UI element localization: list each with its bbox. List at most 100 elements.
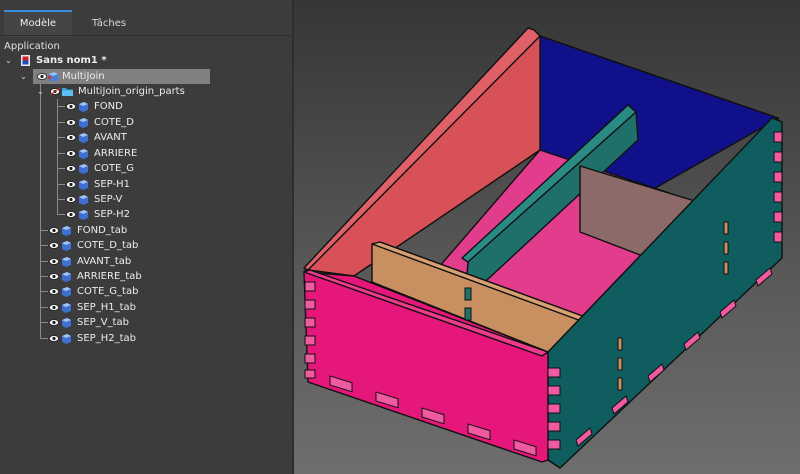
eye-icon[interactable]	[49, 304, 59, 311]
box-model[interactable]	[294, 0, 800, 474]
eye-icon[interactable]	[66, 181, 76, 188]
cube-icon	[62, 287, 71, 297]
tree-row-tab-part[interactable]: COTE_G_tab	[40, 284, 191, 299]
tree-guide-line	[40, 245, 48, 246]
cube-icon	[79, 118, 88, 128]
eye-icon[interactable]	[49, 273, 59, 280]
tree-row-part[interactable]: ARRIERE	[57, 146, 198, 161]
cube-icon	[79, 164, 88, 174]
tree-guide-line	[57, 122, 65, 123]
document-icon	[21, 55, 30, 66]
chevron-down-icon[interactable]: ⌄	[4, 53, 13, 68]
eye-icon[interactable]	[66, 103, 76, 110]
tree-row-part[interactable]: COTE_D	[57, 115, 198, 130]
tree-label-part: SEP-H2	[94, 209, 130, 220]
tree-row-part[interactable]: SEP-H1	[57, 177, 198, 192]
tree-label-tab-part: ARRIERE_tab	[77, 271, 142, 282]
eye-icon[interactable]	[66, 165, 76, 172]
cube-icon	[79, 133, 88, 143]
cube-icon	[62, 241, 71, 251]
3d-viewport[interactable]	[294, 0, 800, 474]
eye-icon[interactable]	[66, 211, 76, 218]
eye-icon[interactable]	[66, 150, 76, 157]
tree-row-document[interactable]: ⌄ Sans nom1 *	[0, 53, 292, 68]
tab-taches[interactable]: Tâches	[78, 12, 140, 35]
tree-guide-line	[57, 199, 65, 200]
panel-tabs: Modèle Tâches	[0, 8, 292, 37]
cube-icon	[79, 149, 88, 159]
tree-row-tab-part[interactable]: SEP_V_tab	[40, 315, 191, 330]
chevron-down-icon[interactable]: ⌄	[19, 69, 28, 84]
tree-row-multijoin[interactable]: MultiJoin	[33, 69, 210, 84]
tree-label-part: COTE_D	[94, 117, 134, 128]
tree-label-tab-part: SEP_H2_tab	[77, 333, 136, 344]
cube-icon	[79, 102, 88, 112]
folder-icon	[62, 88, 73, 96]
tree-guide-line	[57, 153, 65, 154]
tree-row-tab-part[interactable]: ARRIERE_tab	[40, 269, 191, 284]
cube-icon	[62, 303, 71, 313]
tree-guide-line	[40, 261, 48, 262]
cube-icon	[62, 272, 71, 282]
tree-guide-line	[57, 106, 65, 107]
tree-row-tab-part[interactable]: SEP_H1_tab	[40, 300, 191, 315]
tab-modele[interactable]: Modèle	[4, 10, 72, 37]
tree-label-part: ARRIERE	[94, 148, 138, 159]
cube-icon	[79, 195, 88, 205]
tree-label-part: SEP-H1	[94, 179, 130, 190]
tree-guide-line	[57, 168, 65, 169]
tree-guide-line	[40, 276, 48, 277]
tree-label-part: COTE_G	[94, 163, 135, 174]
tree-guide-line	[57, 137, 65, 138]
tree-row-tab-part[interactable]: SEP_H2_tab	[40, 331, 191, 346]
tree-row-part[interactable]: FOND	[57, 99, 198, 114]
tree-guide-line	[40, 338, 48, 339]
cube-icon	[62, 257, 71, 267]
tree-guide-line	[40, 307, 48, 308]
tree-label-part: SEP-V	[94, 194, 123, 205]
tree-row-part[interactable]: SEP-V	[57, 192, 198, 207]
tree-label-part: AVANT	[94, 132, 127, 143]
tree-label-tab-part: FOND_tab	[77, 225, 128, 236]
model-tree-panel: Modèle Tâches Application ⌄ Sans nom1 *	[0, 0, 292, 474]
tree-guide-line	[57, 214, 65, 215]
eye-icon[interactable]	[49, 258, 59, 265]
tree-label-origin-group: MultiJoin_origin_parts	[78, 86, 185, 97]
freecad-window: Modèle Tâches Application ⌄ Sans nom1 *	[0, 0, 800, 474]
tree-row-tab-part[interactable]: FOND_tab	[40, 223, 191, 238]
tree-label-tab-part: AVANT_tab	[77, 256, 132, 267]
eye-icon[interactable]	[49, 242, 59, 249]
tree-row-tab-part[interactable]: COTE_D_tab	[40, 238, 191, 253]
eye-icon[interactable]	[37, 73, 47, 80]
tree-label-tab-part: SEP_H1_tab	[77, 302, 136, 313]
eye-icon[interactable]	[49, 335, 59, 342]
cube-icon	[62, 334, 71, 344]
eye-icon[interactable]	[66, 119, 76, 126]
cube-icon	[79, 180, 88, 190]
tabs-divider	[0, 35, 292, 36]
tree-row-tab-part[interactable]: AVANT_tab	[40, 254, 191, 269]
tree-label-document: Sans nom1 *	[36, 55, 107, 66]
tree-label-tab-part: COTE_D_tab	[77, 240, 139, 251]
tree-guide-line	[40, 230, 48, 231]
cube-icon	[62, 226, 71, 236]
section-label: Application	[4, 41, 60, 52]
tree-row-part[interactable]: SEP-H2	[57, 207, 198, 222]
eye-icon[interactable]	[50, 88, 60, 95]
tree-guide-line	[40, 322, 48, 323]
tree-row-part[interactable]: AVANT	[57, 130, 198, 145]
eye-icon[interactable]	[49, 288, 59, 295]
tree-row-origin-group[interactable]: ⌄ MultiJoin_origin_parts	[36, 84, 236, 99]
eye-icon[interactable]	[49, 319, 59, 326]
tree-label-multijoin: MultiJoin	[62, 71, 105, 82]
tree-label-part: FOND	[94, 101, 123, 112]
eye-icon[interactable]	[49, 227, 59, 234]
tree-label-tab-part: COTE_G_tab	[77, 286, 139, 297]
eye-icon[interactable]	[66, 134, 76, 141]
tree-guide-line	[40, 291, 48, 292]
multijoin-icon	[48, 72, 58, 82]
tree-label-tab-part: SEP_V_tab	[77, 317, 129, 328]
chevron-down-icon[interactable]: ⌄	[36, 84, 45, 99]
tree-row-part[interactable]: COTE_G	[57, 161, 198, 176]
eye-icon[interactable]	[66, 196, 76, 203]
